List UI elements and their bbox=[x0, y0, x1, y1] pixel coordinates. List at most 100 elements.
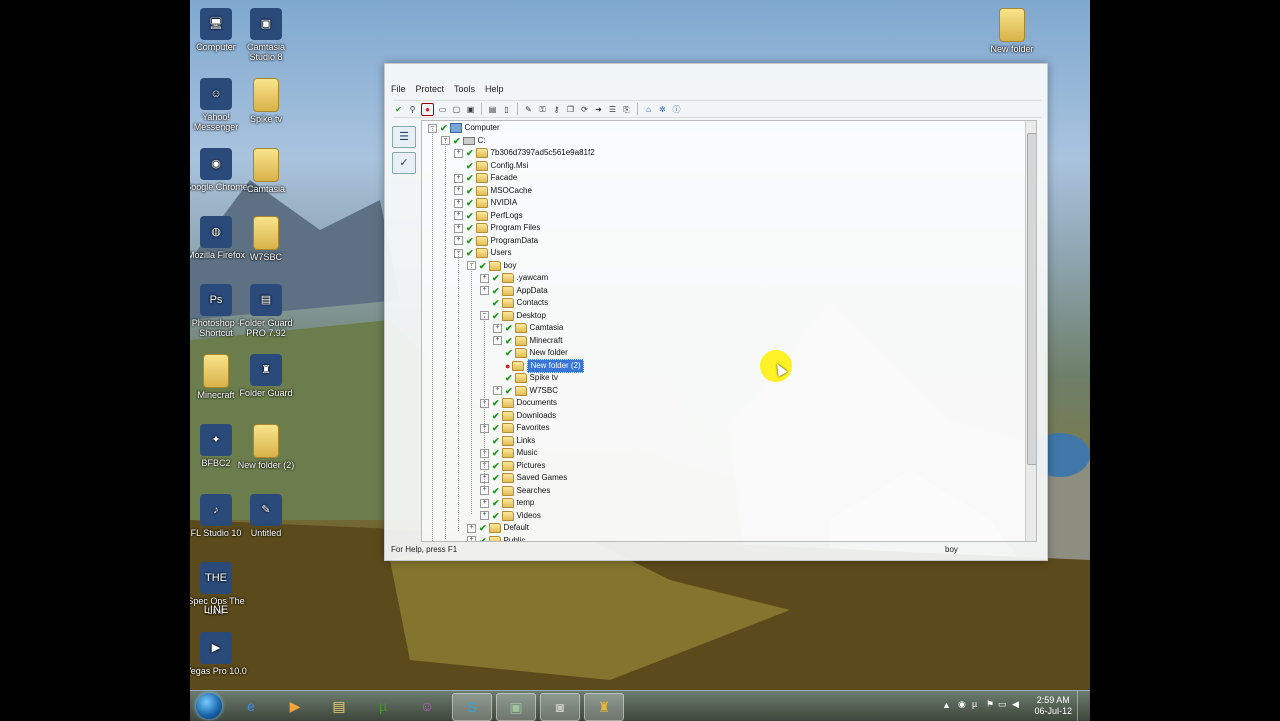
allowed-check-icon[interactable]: ✔ bbox=[466, 235, 474, 247]
menu-help[interactable]: Help bbox=[485, 84, 504, 98]
allowed-check-icon[interactable]: ✔ bbox=[505, 347, 513, 359]
tree-row[interactable]: − ✔ boy bbox=[467, 260, 516, 272]
tree-row[interactable]: + ✔ 7b306d7397ad5c561e9a81f2 bbox=[454, 147, 595, 159]
info-icon[interactable]: ⓘ bbox=[671, 104, 682, 115]
allowed-check-icon[interactable]: ✔ bbox=[492, 285, 500, 297]
tray-flag-icon[interactable]: ⚑ bbox=[986, 699, 994, 710]
allowed-check-icon[interactable]: ✔ bbox=[466, 160, 474, 172]
lock-icon[interactable]: ⚿ bbox=[537, 104, 548, 115]
tray-volume-icon[interactable]: ◀ bbox=[1012, 699, 1019, 710]
tree-row[interactable]: + ✔ Facade bbox=[454, 172, 517, 184]
camtasia-task-icon[interactable]: ▣ bbox=[496, 693, 536, 721]
tree-row[interactable]: ✔ Contacts bbox=[480, 297, 548, 309]
tree-row[interactable]: − ✔ C: bbox=[441, 135, 486, 147]
tree-row[interactable]: + ✔ ProgramData bbox=[454, 235, 538, 247]
desktop-icon-folder[interactable]: Spike tv bbox=[234, 78, 298, 124]
expand-icon[interactable]: + bbox=[480, 498, 489, 508]
tree-row[interactable]: + ✔ Favorites bbox=[480, 422, 549, 434]
tree-row[interactable]: − ✔ Desktop bbox=[480, 310, 546, 322]
allowed-check-icon[interactable]: ✔ bbox=[492, 422, 500, 434]
allowed-check-icon[interactable]: ✔ bbox=[492, 447, 500, 459]
expand-icon[interactable]: + bbox=[454, 198, 463, 208]
allowed-check-icon[interactable]: ✔ bbox=[492, 435, 500, 447]
expand-icon[interactable]: + bbox=[480, 511, 489, 520]
tree-row[interactable]: ✔ Config.Msi bbox=[454, 160, 528, 172]
tree-row[interactable]: + ✔ AppData bbox=[480, 285, 548, 297]
scroll-thumb[interactable] bbox=[1027, 133, 1036, 465]
allowed-check-icon[interactable]: ✔ bbox=[453, 135, 461, 147]
expand-icon[interactable]: + bbox=[454, 211, 463, 220]
desktop-icon-vegas[interactable]: ▶ Vegas Pro 10.0 bbox=[190, 632, 248, 676]
allowed-check-icon[interactable]: ✔ bbox=[479, 522, 487, 534]
camtasia-recorder-task-icon[interactable]: ◙ bbox=[540, 693, 580, 721]
pen-icon[interactable]: ✎ bbox=[523, 104, 534, 115]
expand-icon[interactable]: + bbox=[454, 186, 463, 195]
expand-icon[interactable]: + bbox=[493, 323, 502, 333]
expand-icon[interactable]: + bbox=[467, 536, 476, 541]
clock[interactable]: 2:59 AM 06-Jul-12 bbox=[1034, 695, 1072, 717]
tree-row[interactable]: + ✔ Minecraft bbox=[493, 335, 562, 347]
paste-icon[interactable]: ⎘ bbox=[621, 104, 632, 115]
tray-app-icon[interactable]: ◉ bbox=[958, 699, 966, 710]
tree-row[interactable]: ✔ Downloads bbox=[480, 410, 556, 422]
allowed-check-icon[interactable]: ✔ bbox=[505, 372, 513, 384]
desktop-icon-folder[interactable]: New folder bbox=[980, 8, 1044, 54]
skype-task-icon[interactable]: S bbox=[452, 693, 492, 721]
allowed-check-icon[interactable]: ✔ bbox=[479, 535, 487, 542]
allowed-check-icon[interactable]: ✔ bbox=[505, 385, 513, 397]
allowed-check-icon[interactable]: ✔ bbox=[466, 210, 474, 222]
key-icon[interactable]: ⚷ bbox=[551, 104, 562, 115]
tree-row[interactable]: ✔ Links bbox=[480, 435, 535, 447]
allowed-check-icon[interactable]: ✔ bbox=[466, 172, 474, 184]
tree-row[interactable]: + ✔ Program Files bbox=[454, 222, 540, 234]
allowed-check-icon[interactable]: ✔ bbox=[466, 197, 474, 209]
tree-row[interactable]: + ✔ Camtasia bbox=[493, 322, 563, 334]
allowed-check-icon[interactable]: ✔ bbox=[492, 485, 500, 497]
desktop-icon-winrar[interactable]: ▤ Folder Guard PRO 7.92 bbox=[234, 284, 298, 338]
menu-protect[interactable]: Protect bbox=[416, 84, 445, 98]
tree-row[interactable]: ✔ New folder bbox=[493, 347, 568, 359]
tree-row[interactable]: + ✔ temp bbox=[480, 497, 534, 509]
folder-guard-task-icon[interactable]: ♜ bbox=[584, 693, 624, 721]
desktop-icon-folder[interactable]: New folder (2) bbox=[234, 424, 298, 470]
tree-row[interactable]: + ✔ Saved Games bbox=[480, 472, 567, 484]
allowed-check-icon[interactable]: ✔ bbox=[479, 260, 487, 272]
expand-icon[interactable]: + bbox=[480, 286, 489, 295]
tree-row[interactable]: + ✔ Searches bbox=[480, 485, 550, 497]
expand-icon[interactable]: + bbox=[454, 173, 463, 183]
allowed-check-icon[interactable]: ✔ bbox=[466, 185, 474, 197]
utorrent-task-icon[interactable]: µ bbox=[364, 693, 402, 719]
tree-row[interactable]: + ✔ Music bbox=[480, 447, 537, 459]
tree-row[interactable]: + ✔ Videos bbox=[480, 510, 541, 522]
allowed-check-icon[interactable]: ✔ bbox=[492, 397, 500, 409]
expand-icon[interactable]: + bbox=[467, 523, 476, 533]
tray-network-icon[interactable]: ▭ bbox=[998, 699, 1007, 710]
yahoo-task-icon[interactable]: ☺ bbox=[408, 693, 446, 719]
page-blank-icon[interactable]: ▯ bbox=[501, 104, 512, 115]
tree-row[interactable]: ● New folder (2) bbox=[493, 358, 584, 373]
allowed-check-icon[interactable]: ✔ bbox=[466, 222, 474, 234]
menu-tools[interactable]: Tools bbox=[454, 84, 475, 98]
desktop-icon-camtasia[interactable]: ▣ Camtasia Studio 8 bbox=[234, 8, 298, 62]
tree-row[interactable]: + ✔ PerfLogs bbox=[454, 210, 523, 222]
allowed-check-icon[interactable]: ✔ bbox=[492, 297, 500, 309]
tree-view-button[interactable]: ☰ bbox=[392, 126, 416, 148]
allowed-check-icon[interactable]: ✔ bbox=[492, 460, 500, 472]
allowed-check-icon[interactable]: ✔ bbox=[466, 247, 474, 259]
allowed-check-icon[interactable]: ✔ bbox=[492, 510, 500, 522]
desktop-icon-specops[interactable]: THE LINESpec Ops The Line bbox=[190, 562, 248, 616]
refresh-icon[interactable]: ⟳ bbox=[579, 104, 590, 115]
page-icon[interactable]: ▤ bbox=[487, 104, 498, 115]
vertical-scrollbar[interactable] bbox=[1025, 121, 1036, 541]
checklist-view-button[interactable]: ✓ bbox=[392, 152, 416, 174]
tree-row[interactable]: + ✔ Public bbox=[467, 535, 525, 542]
tree-row[interactable]: + ✔ Pictures bbox=[480, 460, 545, 472]
explorer-task-icon[interactable]: ▤ bbox=[320, 693, 358, 719]
tree-row[interactable]: + ✔ Documents bbox=[480, 397, 557, 409]
expand-icon[interactable]: + bbox=[454, 223, 463, 233]
check-icon[interactable]: ✔ bbox=[393, 104, 404, 115]
tree-row[interactable]: + ✔ Default bbox=[467, 522, 529, 534]
list-icon[interactable]: ☰ bbox=[607, 104, 618, 115]
view-icon[interactable]: ▢ bbox=[451, 104, 462, 115]
allowed-check-icon[interactable]: ✔ bbox=[505, 322, 513, 334]
